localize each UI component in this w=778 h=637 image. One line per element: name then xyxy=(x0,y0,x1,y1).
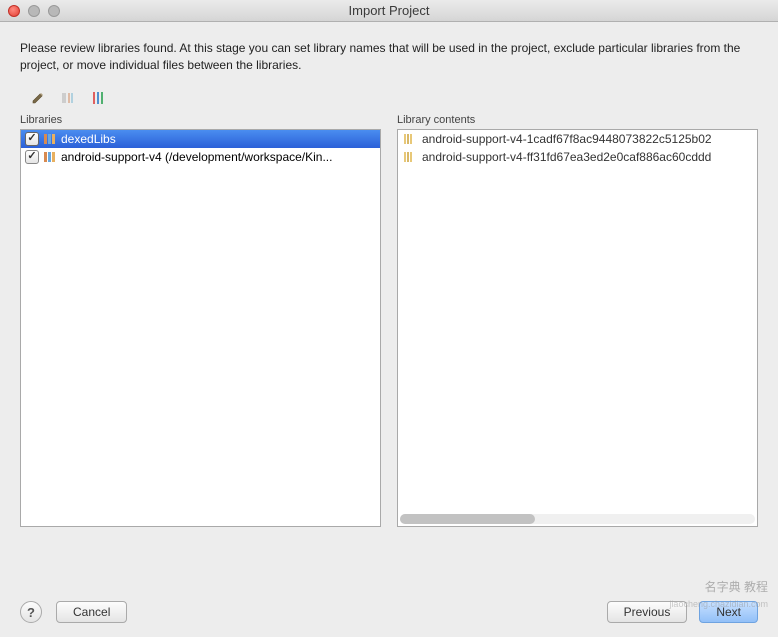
close-window-button[interactable] xyxy=(8,5,20,17)
library-contents-panel: Library contents android-support-v4-1cad… xyxy=(397,114,758,527)
merge-icon[interactable] xyxy=(90,90,106,106)
edit-icon[interactable] xyxy=(30,90,46,106)
library-checkbox[interactable] xyxy=(25,132,39,146)
library-icon xyxy=(43,150,57,164)
description-text: Please review libraries found. At this s… xyxy=(20,40,758,74)
dialog-footer: ? Cancel Previous Next xyxy=(20,601,758,623)
libraries-label: Libraries xyxy=(20,114,381,126)
previous-button[interactable]: Previous xyxy=(607,601,688,623)
minimize-window-button[interactable] xyxy=(28,5,40,17)
library-icon xyxy=(43,132,57,146)
content-row[interactable]: android-support-v4-ff31fd67ea3ed2e0caf88… xyxy=(398,148,757,166)
library-name: dexedLibs xyxy=(61,132,376,146)
panels: Libraries dexedLibs android-support-v4 (… xyxy=(20,114,758,541)
library-checkbox[interactable] xyxy=(25,150,39,164)
titlebar: Import Project xyxy=(0,0,778,22)
split-icon xyxy=(60,90,76,106)
content-name: android-support-v4-1cadf67f8ac9448073822… xyxy=(422,132,712,146)
watermark-text: 名字典 教程 xyxy=(705,578,768,595)
jar-icon xyxy=(402,132,416,146)
content-name: android-support-v4-ff31fd67ea3ed2e0caf88… xyxy=(422,150,711,164)
library-contents-list[interactable]: android-support-v4-1cadf67f8ac9448073822… xyxy=(397,129,758,527)
libraries-list[interactable]: dexedLibs android-support-v4 (/developme… xyxy=(20,129,381,527)
library-row[interactable]: android-support-v4 (/development/workspa… xyxy=(21,148,380,166)
libraries-panel: Libraries dexedLibs android-support-v4 (… xyxy=(20,114,381,527)
library-contents-label: Library contents xyxy=(397,114,758,126)
next-button[interactable]: Next xyxy=(699,601,758,623)
jar-icon xyxy=(402,150,416,164)
dialog-content: Please review libraries found. At this s… xyxy=(0,22,778,541)
scrollbar-thumb[interactable] xyxy=(400,514,535,524)
traffic-lights xyxy=(0,5,60,17)
library-row[interactable]: dexedLibs xyxy=(21,130,380,148)
toolbar xyxy=(20,88,758,114)
library-name: android-support-v4 (/development/workspa… xyxy=(61,150,376,164)
horizontal-scrollbar[interactable] xyxy=(400,514,755,524)
maximize-window-button[interactable] xyxy=(48,5,60,17)
window-title: Import Project xyxy=(0,3,778,18)
footer-right: Previous Next xyxy=(607,601,758,623)
cancel-button[interactable]: Cancel xyxy=(56,601,127,623)
help-button[interactable]: ? xyxy=(20,601,42,623)
content-row[interactable]: android-support-v4-1cadf67f8ac9448073822… xyxy=(398,130,757,148)
